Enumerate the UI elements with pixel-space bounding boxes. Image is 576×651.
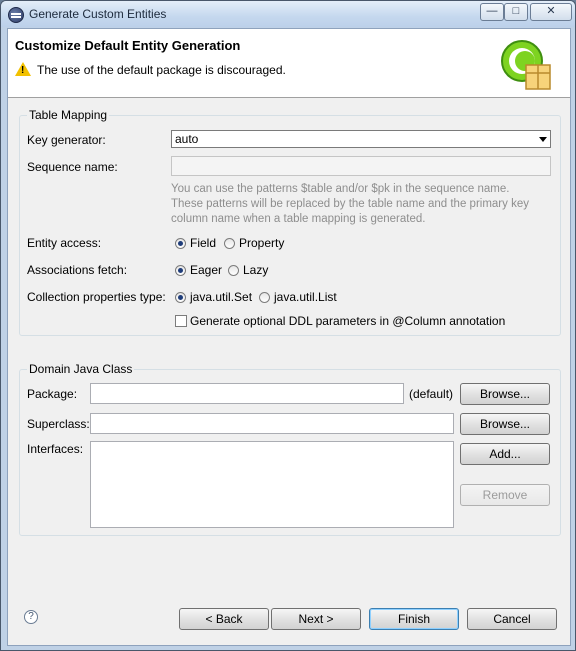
package-browse-button[interactable]: Browse... bbox=[460, 383, 550, 405]
eclipse-icon bbox=[8, 7, 24, 23]
title-bar[interactable]: Generate Custom Entities — □ ✕ bbox=[1, 1, 575, 27]
sequence-hint-line2: These patterns will be replaced by the t… bbox=[171, 198, 529, 210]
finish-button[interactable]: Finish bbox=[369, 608, 459, 630]
cancel-button[interactable]: Cancel bbox=[467, 608, 557, 630]
wizard-header: Customize Default Entity Generation ! Th… bbox=[8, 29, 570, 98]
warning-icon: ! bbox=[15, 62, 31, 76]
key-generator-select[interactable]: auto bbox=[171, 130, 551, 148]
collection-set-radio[interactable] bbox=[175, 292, 186, 303]
package-default-label: (default) bbox=[409, 387, 454, 401]
package-input[interactable] bbox=[90, 383, 404, 404]
sequence-hint-line1: You can use the patterns $table and/or $… bbox=[171, 183, 510, 195]
ddl-parameters-label[interactable]: Generate optional DDL parameters in @Col… bbox=[190, 314, 505, 328]
next-button[interactable]: Next > bbox=[271, 608, 361, 630]
fetch-lazy-label[interactable]: Lazy bbox=[243, 263, 268, 277]
collection-set-label[interactable]: java.util.Set bbox=[190, 290, 252, 304]
fetch-lazy-radio[interactable] bbox=[228, 265, 239, 276]
help-icon[interactable]: ? bbox=[24, 610, 38, 624]
sequence-name-label: Sequence name: bbox=[27, 160, 118, 174]
entity-wizard-icon bbox=[501, 40, 551, 90]
associations-fetch-label: Associations fetch: bbox=[27, 263, 128, 277]
entity-access-field-label[interactable]: Field bbox=[190, 236, 216, 250]
page-title: Customize Default Entity Generation bbox=[15, 38, 241, 53]
entity-access-property-radio[interactable] bbox=[224, 238, 235, 249]
domain-class-label: Domain Java Class bbox=[27, 362, 135, 376]
sequence-name-input[interactable] bbox=[171, 156, 551, 176]
entity-access-property-label[interactable]: Property bbox=[239, 236, 284, 250]
entity-access-field-radio[interactable] bbox=[175, 238, 186, 249]
close-button[interactable]: ✕ bbox=[530, 3, 572, 21]
dialog-content: Customize Default Entity Generation ! Th… bbox=[7, 28, 571, 646]
fetch-eager-radio[interactable] bbox=[175, 265, 186, 276]
header-message: The use of the default package is discou… bbox=[37, 63, 286, 77]
add-interface-button[interactable]: Add... bbox=[460, 443, 550, 465]
remove-interface-button[interactable]: Remove bbox=[460, 484, 550, 506]
sequence-hint-line3: column name when a table mapping is gene… bbox=[171, 213, 426, 225]
key-generator-label: Key generator: bbox=[27, 133, 106, 147]
entity-access-label: Entity access: bbox=[27, 236, 102, 250]
interfaces-label: Interfaces: bbox=[27, 442, 84, 456]
key-generator-value: auto bbox=[175, 132, 199, 146]
maximize-button[interactable]: □ bbox=[504, 3, 528, 21]
table-mapping-label: Table Mapping bbox=[27, 108, 110, 122]
package-label: Package: bbox=[27, 387, 78, 401]
chevron-down-icon bbox=[539, 137, 547, 142]
superclass-input[interactable] bbox=[90, 413, 454, 434]
ddl-parameters-checkbox[interactable] bbox=[175, 315, 187, 327]
back-button[interactable]: < Back bbox=[179, 608, 269, 630]
superclass-browse-button[interactable]: Browse... bbox=[460, 413, 550, 435]
window-title: Generate Custom Entities bbox=[29, 7, 167, 21]
collection-list-radio[interactable] bbox=[259, 292, 270, 303]
collection-type-label: Collection properties type: bbox=[27, 290, 166, 304]
interfaces-list[interactable] bbox=[90, 441, 454, 528]
superclass-label: Superclass: bbox=[27, 417, 90, 431]
fetch-eager-label[interactable]: Eager bbox=[190, 263, 222, 277]
minimize-button[interactable]: — bbox=[480, 3, 504, 21]
dialog-window: Generate Custom Entities — □ ✕ Customize… bbox=[0, 0, 576, 651]
collection-list-label[interactable]: java.util.List bbox=[274, 290, 337, 304]
